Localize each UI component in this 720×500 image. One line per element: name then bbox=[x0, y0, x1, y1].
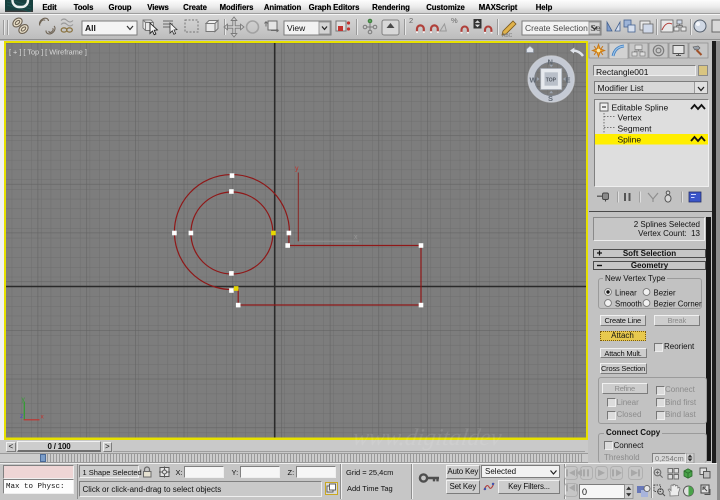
svg-text:Segment: Segment bbox=[617, 124, 652, 134]
svg-text:S: S bbox=[548, 94, 553, 103]
svg-text:Spline: Spline bbox=[617, 135, 641, 145]
svg-text:View: View bbox=[287, 23, 306, 33]
svg-text:Create Selection Se: Create Selection Se bbox=[525, 23, 601, 33]
svg-text:%: % bbox=[451, 16, 458, 25]
svg-text:TOP: TOP bbox=[546, 78, 557, 84]
svg-text:y: y bbox=[295, 166, 299, 173]
svg-text:All: All bbox=[85, 23, 96, 33]
svg-text:0: 0 bbox=[582, 487, 587, 497]
svg-text:W: W bbox=[530, 76, 538, 85]
svg-text:ABC: ABC bbox=[502, 33, 513, 39]
svg-text:Linear: Linear bbox=[615, 289, 637, 298]
svg-text:Editable Spline: Editable Spline bbox=[611, 103, 668, 113]
svg-text:Vertex: Vertex bbox=[617, 113, 642, 123]
svg-text:[ + ] [ Top ] [ Wireframe ]: [ + ] [ Top ] [ Wireframe ] bbox=[9, 48, 87, 57]
svg-text:Smooth: Smooth bbox=[615, 300, 642, 309]
svg-text:E: E bbox=[566, 76, 571, 85]
svg-text:x: x bbox=[354, 234, 358, 241]
svg-text:z: z bbox=[20, 413, 23, 420]
svg-text:Bezier: Bezier bbox=[654, 289, 677, 298]
svg-text:2: 2 bbox=[409, 16, 413, 25]
svg-text:Bezier Corner: Bezier Corner bbox=[654, 300, 703, 309]
